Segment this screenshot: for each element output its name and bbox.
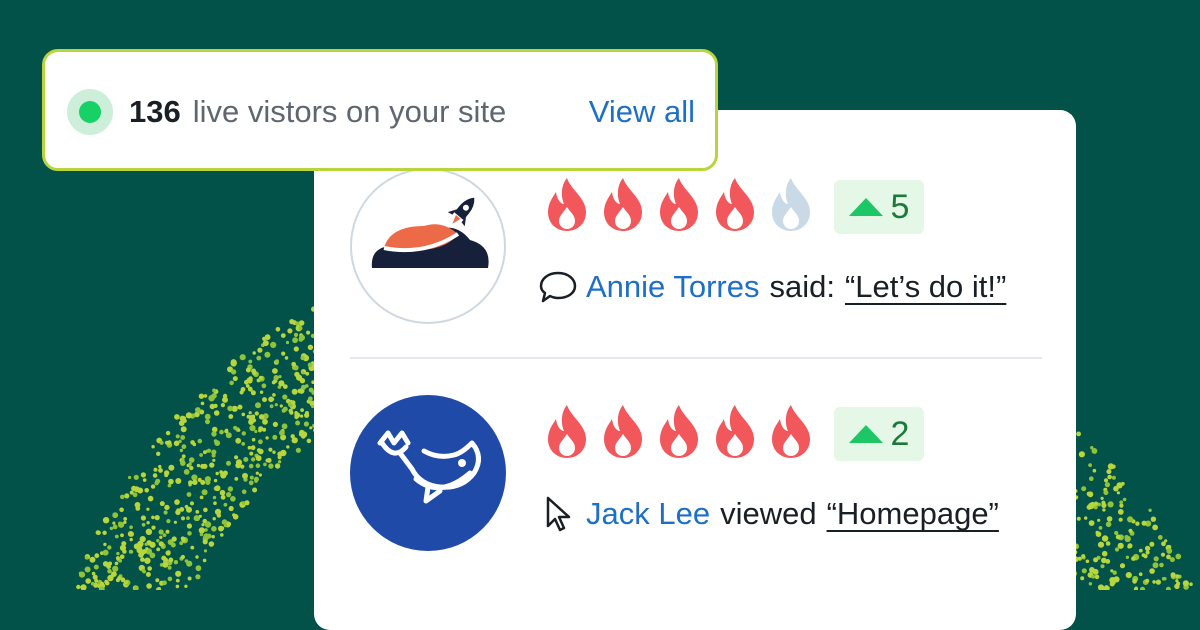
view-all-link[interactable]: View all (589, 90, 695, 134)
visitor-label: live vistors on your site (192, 94, 507, 129)
live-visitors-banner: 136 live vistors on your site View all (42, 49, 718, 171)
company-avatar[interactable] (350, 168, 506, 324)
flame-empty-icon (772, 178, 810, 231)
trend-value: 5 (890, 188, 910, 226)
arrow-up-icon (848, 425, 883, 443)
company-avatar[interactable] (350, 395, 506, 551)
user-link[interactable]: Jack Lee (586, 496, 710, 532)
live-visitors-text: 136 live vistors on your site (129, 90, 506, 134)
cursor-pointer-icon (546, 496, 571, 532)
chat-bubble-icon (539, 271, 577, 303)
flame-icon (548, 405, 586, 458)
arrow-up-icon (848, 198, 883, 216)
activity-object-link[interactable]: “Homepage” (827, 496, 999, 532)
visitor-count: 136 (129, 94, 181, 129)
user-link[interactable]: Annie Torres (586, 269, 759, 305)
activity-text: Jack Lee viewed “Homepage” (538, 489, 999, 539)
activity-row[interactable]: 2 Jack Lee viewed “Homepage” (314, 393, 1076, 563)
activity-row[interactable]: 5 Annie Torres said: “Let’s do it!” (314, 166, 1076, 336)
whale-logo-icon (377, 430, 481, 504)
flame-icon (772, 405, 810, 458)
flame-icon (548, 178, 586, 231)
rocket-cloud-logo-icon (371, 197, 489, 268)
flame-icon (660, 405, 698, 458)
rating-flames (544, 176, 814, 236)
live-status-icon (67, 89, 113, 135)
trend-value: 2 (890, 415, 910, 453)
trend-badge: 5 (834, 180, 924, 234)
activity-object-link[interactable]: “Let’s do it!” (845, 269, 1006, 305)
divider (350, 357, 1042, 359)
action-verb: viewed (720, 496, 817, 531)
trend-badge: 2 (834, 407, 924, 461)
flame-icon (716, 405, 754, 458)
flame-icon (716, 178, 754, 231)
action-verb: said: (769, 269, 835, 304)
activity-card: 5 Annie Torres said: “Let’s do it!” 2 Ja… (314, 110, 1076, 630)
flame-icon (604, 178, 642, 231)
flame-icon (604, 405, 642, 458)
flame-icon (660, 178, 698, 231)
rating-flames (544, 403, 814, 463)
activity-text: Annie Torres said: “Let’s do it!” (538, 262, 1006, 312)
